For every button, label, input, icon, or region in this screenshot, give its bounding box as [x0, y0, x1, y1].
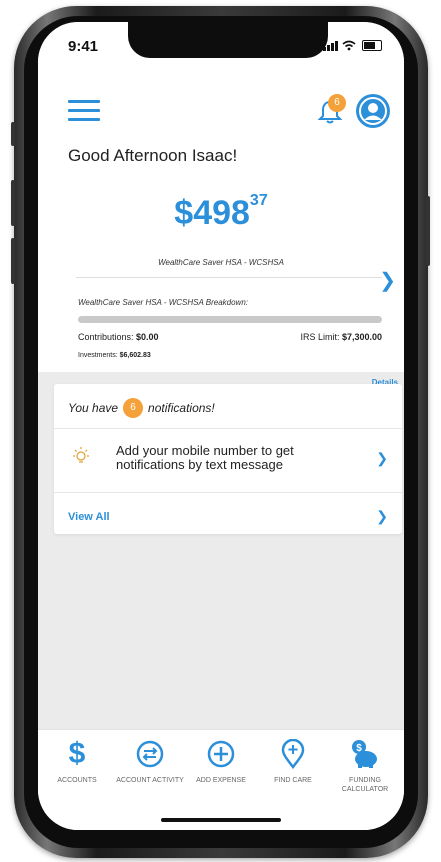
svg-text:$: $	[356, 743, 362, 754]
irs-limit-text: IRS Limit: $7,300.00	[300, 332, 382, 342]
card-divider	[54, 428, 402, 429]
app-screen: 9:41 6 Good Afternoon Isaac! $49837 Weal…	[38, 22, 404, 830]
camera-notch	[128, 22, 328, 58]
balance-cents: 37	[249, 192, 268, 209]
contribution-progress-bar	[78, 316, 382, 323]
nav-accounts[interactable]: $ ACCOUNTS	[40, 738, 114, 785]
lightbulb-icon	[73, 447, 89, 463]
contributions-text: Contributions: $0.00	[78, 332, 159, 342]
notification-count-badge: 6	[328, 94, 346, 112]
nav-account-activity-label: ACCOUNT ACTIVITY	[116, 777, 184, 784]
piggy-bank-icon: $	[349, 738, 381, 770]
account-name: WealthCare Saver HSA - WCSHSA	[158, 258, 284, 267]
wifi-icon	[342, 40, 356, 51]
card-divider	[54, 492, 402, 493]
divider	[76, 277, 382, 278]
nav-account-activity[interactable]: ACCOUNT ACTIVITY	[113, 738, 187, 785]
nav-find-care[interactable]: FIND CARE	[256, 738, 330, 785]
breakdown-title: WealthCare Saver HSA - WCSHSA Breakdown:	[78, 298, 248, 307]
investments-text: Investments: $6,602.83	[78, 352, 151, 359]
nav-add-expense[interactable]: ADD EXPENSE	[184, 738, 258, 785]
volume-up-button	[11, 180, 15, 226]
greeting-text: Good Afternoon Isaac!	[68, 146, 238, 165]
nav-funding-calculator[interactable]: $ FUNDING CALCULATOR	[328, 738, 402, 794]
nav-find-care-label: FIND CARE	[274, 777, 312, 784]
status-time: 9:41	[68, 38, 99, 55]
mute-switch	[11, 122, 15, 146]
notification-item-chevron-icon[interactable]: ❯	[376, 450, 388, 467]
profile-avatar-icon[interactable]	[356, 94, 390, 128]
balance-dollars: $498	[174, 194, 250, 232]
notifications-header: You have 6 notifications!	[68, 398, 215, 418]
menu-icon[interactable]	[68, 100, 100, 122]
map-pin-plus-icon	[277, 738, 309, 770]
next-account-chevron-icon[interactable]: ❯	[379, 268, 396, 293]
contribution-row: Contributions: $0.00 IRS Limit: $7,300.0…	[78, 332, 382, 342]
activity-icon	[134, 738, 166, 770]
notifications-count-badge: 6	[123, 398, 144, 418]
battery-icon	[362, 40, 382, 51]
plus-circle-icon	[205, 738, 237, 770]
view-all-link[interactable]: View All	[68, 511, 110, 523]
notification-item-text[interactable]: Add your mobile number to get notificati…	[116, 444, 346, 472]
nav-accounts-label: ACCOUNTS	[57, 777, 97, 784]
notifications-card: You have 6 notifications! Add your mobil…	[54, 384, 402, 534]
home-indicator	[161, 818, 281, 822]
view-all-chevron-icon[interactable]: ❯	[376, 508, 388, 525]
balance-amount: $49837	[38, 192, 404, 233]
nav-funding-calculator-label: FUNDING CALCULATOR	[341, 777, 389, 793]
nav-add-expense-label: ADD EXPENSE	[196, 777, 246, 784]
power-button	[426, 196, 430, 266]
dollar-icon: $	[68, 737, 86, 770]
bottom-nav-bar: $ ACCOUNTS ACCOUNT ACTIVITY ADD EXPENSE …	[38, 729, 404, 830]
account-summary-panel: 6 Good Afternoon Isaac! $49837 WealthCar…	[38, 72, 404, 393]
status-icons	[323, 40, 382, 51]
volume-down-button	[11, 238, 15, 284]
